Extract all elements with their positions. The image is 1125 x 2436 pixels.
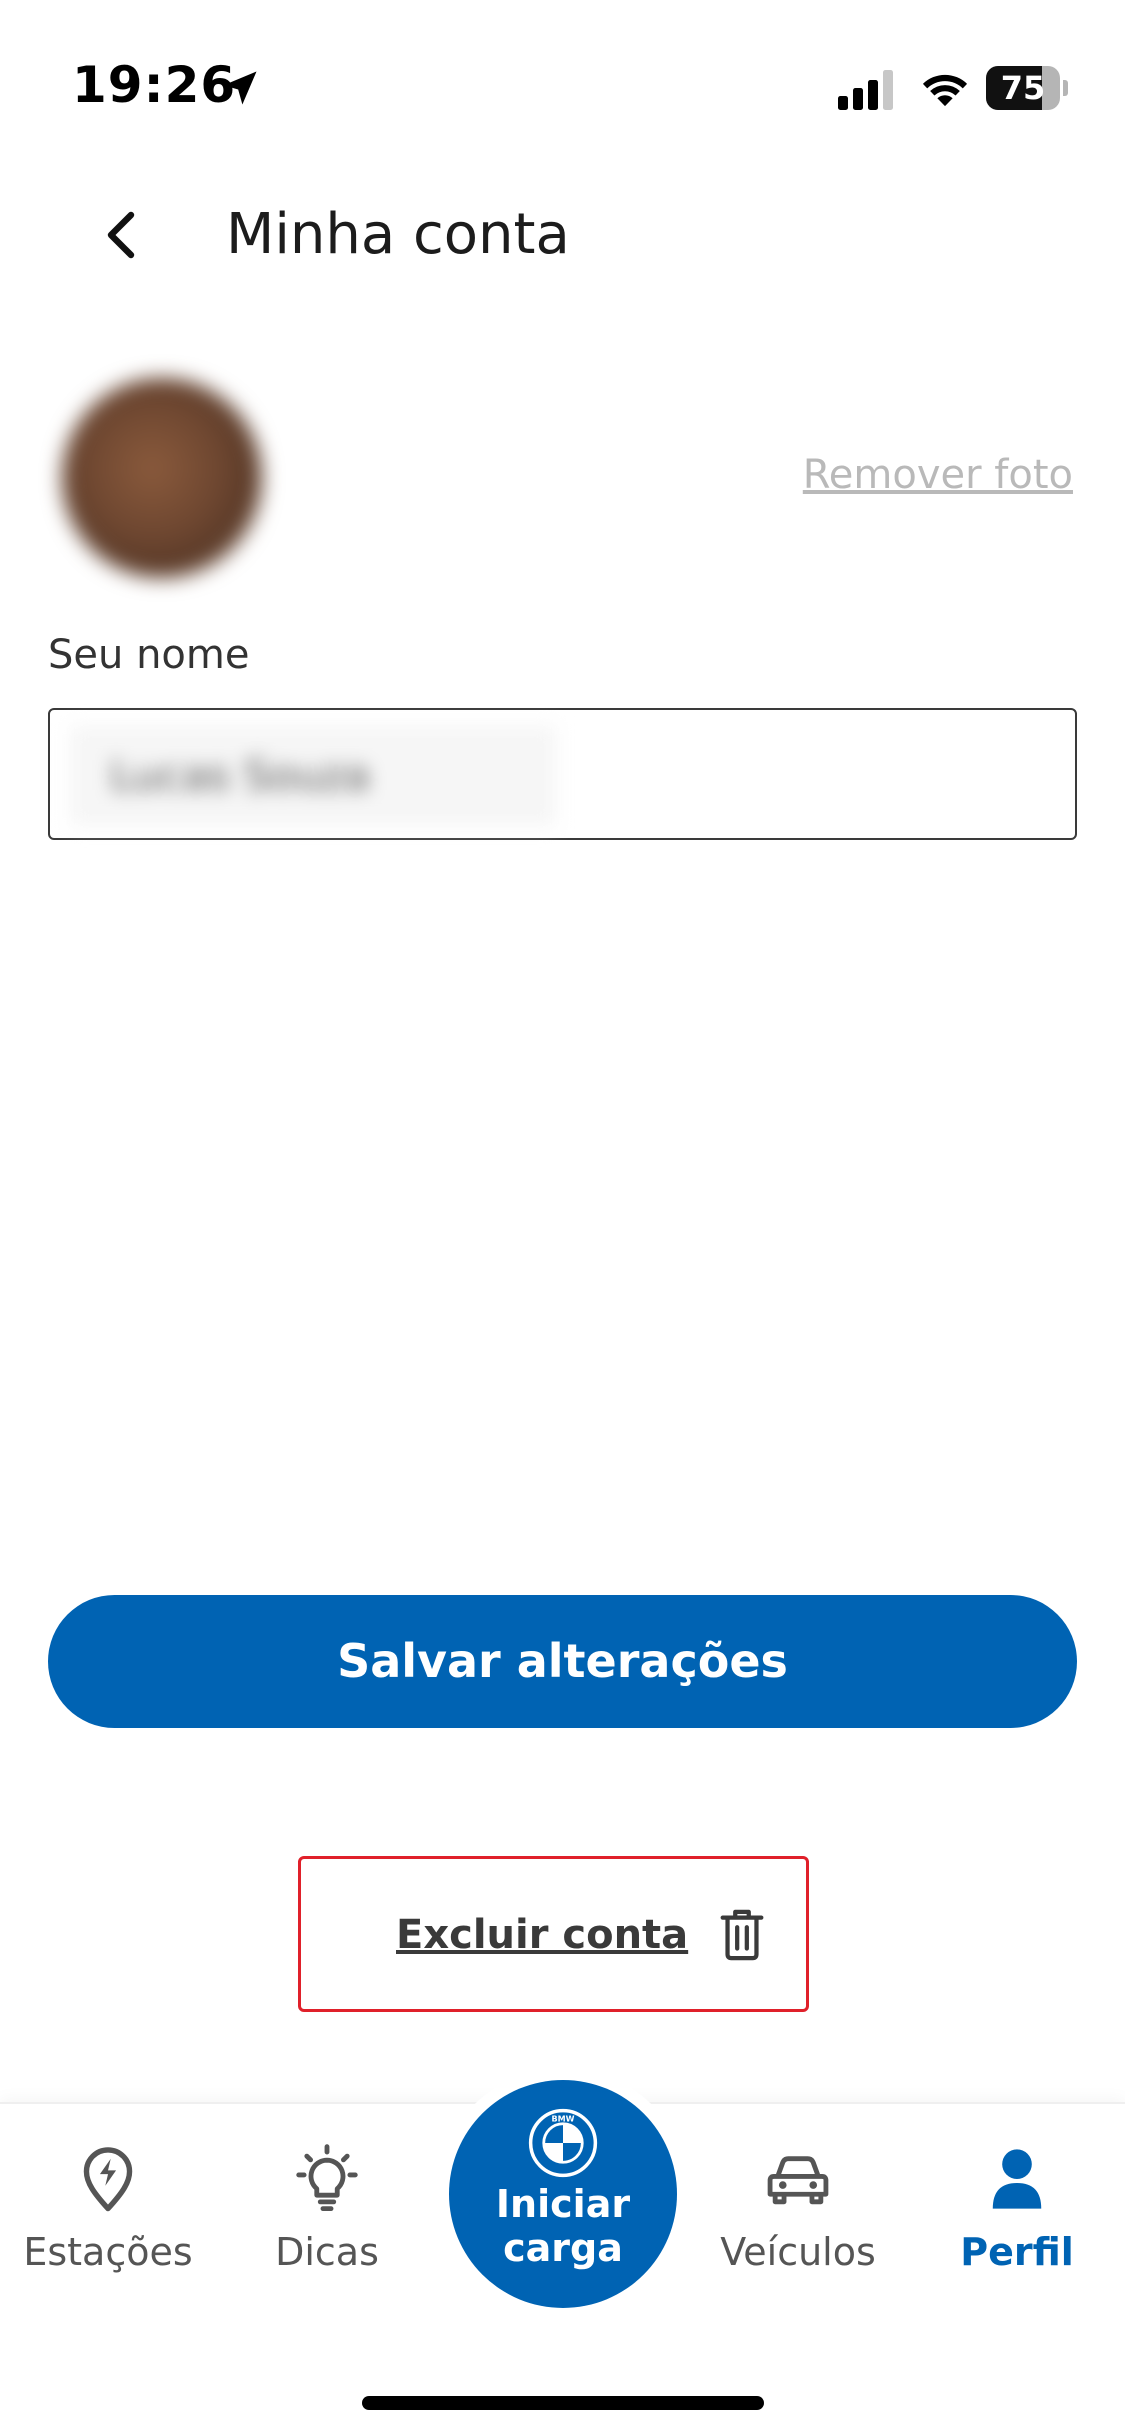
battery-icon: 75	[986, 66, 1068, 110]
cellular-signal-icon	[838, 70, 893, 110]
chevron-left-icon	[107, 211, 135, 259]
battery-level: 75	[1000, 69, 1046, 107]
location-arrow-icon	[223, 71, 257, 105]
tab-veiculos[interactable]: Veículos	[698, 2144, 898, 2294]
person-icon	[992, 2149, 1042, 2209]
name-value: Lucas Souza	[70, 726, 556, 826]
back-button[interactable]	[86, 200, 156, 270]
avatar[interactable]	[62, 378, 262, 578]
tab-label: Perfil	[960, 2230, 1074, 2274]
my-account-screen: 19:26 75 Minha conta Remover foto Seu no…	[0, 0, 1125, 2436]
tab-perfil[interactable]: Perfil	[917, 2144, 1117, 2294]
page-title: Minha conta	[226, 202, 570, 267]
tab-estacoes[interactable]: Estações	[8, 2144, 208, 2294]
start-charging-label: Iniciar carga	[495, 2182, 631, 2270]
bmw-logo-icon: BMW	[528, 2108, 598, 2178]
start-charging-button[interactable]: BMW Iniciar carga	[449, 2080, 677, 2308]
tab-label: Veículos	[720, 2230, 876, 2274]
delete-account-button[interactable]: Excluir conta	[396, 1905, 766, 1965]
start-charging-ring: BMW Iniciar carga	[437, 2068, 689, 2320]
tab-label: Estações	[23, 2230, 193, 2274]
name-field[interactable]: Lucas Souza	[48, 708, 1077, 840]
charging-location-icon	[83, 2147, 133, 2212]
name-label: Seu nome	[48, 632, 250, 678]
car-icon	[767, 2156, 829, 2205]
trash-icon	[720, 1909, 764, 1961]
battery-tip	[1063, 80, 1068, 96]
battery-body: 75	[986, 66, 1060, 110]
tab-label: Dicas	[275, 2230, 379, 2274]
remove-photo-link[interactable]: Remover foto	[803, 452, 1073, 498]
status-time: 19:26	[72, 56, 237, 114]
tab-dicas[interactable]: Dicas	[227, 2144, 427, 2294]
svg-text:BMW: BMW	[551, 2114, 574, 2123]
save-changes-button[interactable]: Salvar alterações	[48, 1595, 1077, 1728]
home-indicator	[362, 2396, 764, 2410]
lightbulb-icon	[296, 2144, 358, 2212]
bottom-tab-bar: Estações Dicas BMW Iniciar carga Veículo…	[0, 2068, 1125, 2436]
wifi-icon	[922, 74, 968, 107]
delete-account-label: Excluir conta	[396, 1912, 689, 1958]
